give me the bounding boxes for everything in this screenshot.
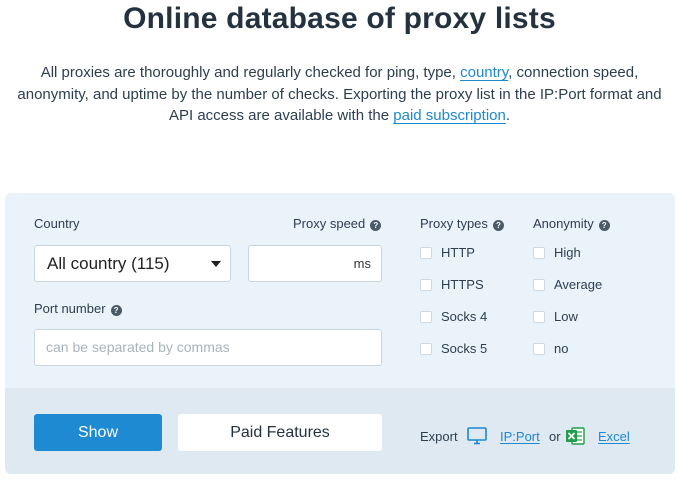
filter-panel: Country All country (115) Proxy speed? m… [5,193,675,474]
intro-text: All proxies are thoroughly and regularly… [8,62,671,127]
checkbox-box[interactable] [533,343,545,355]
export-excel-link[interactable]: Excel [598,429,630,445]
intro-part-1: All proxies are thoroughly and regularly… [40,64,461,81]
port-number-label: Port number? [34,301,122,317]
page-title: Online database of proxy lists [123,2,556,35]
checkbox-box[interactable] [533,279,545,291]
proxy-speed-label: Proxy speed? [293,216,382,232]
intro-part-3: . [505,107,511,124]
excel-icon[interactable] [565,426,585,446]
checkbox-box[interactable] [420,343,432,355]
export-or-text: or [549,429,561,444]
show-button[interactable]: Show [34,414,162,451]
checkbox-label: no [554,341,569,356]
proxy-speed-input[interactable]: ms [248,245,382,282]
help-icon[interactable]: ? [110,305,122,316]
help-icon[interactable]: ? [598,220,610,231]
speed-unit: ms [353,256,371,271]
export-ipport-link[interactable]: IP:Port [500,429,540,445]
port-number-input[interactable]: can be separated by commas [34,329,382,366]
help-icon[interactable]: ? [492,220,504,231]
checkbox-box[interactable] [533,311,545,323]
country-label: Country [34,216,80,231]
paid-subscription-link[interactable]: paid subscription [393,107,506,124]
checkbox-box[interactable] [420,247,432,259]
country-select-value: All country (115) [47,254,170,273]
checkbox-label: Socks 5 [441,341,488,356]
paid-features-button[interactable]: Paid Features [178,414,382,451]
checkbox-label: Low [554,309,578,324]
checkbox-label: Socks 4 [441,309,488,324]
monitor-icon[interactable] [467,427,487,445]
help-icon[interactable]: ? [370,220,382,231]
checkbox-label: High [554,245,581,260]
country-link[interactable]: country [460,64,508,81]
proxy-types-label: Proxy types? [420,216,504,232]
checkbox-box[interactable] [420,279,432,291]
export-label: Export [420,429,458,444]
checkbox-label: Average [554,277,603,292]
anonymity-label: Anonymity? [533,216,610,232]
checkbox-label: HTTP [441,245,475,260]
checkbox-label: HTTPS [441,277,484,292]
caret-down-icon [211,261,221,267]
checkbox-box[interactable] [420,311,432,323]
country-select[interactable]: All country (115) [34,245,231,282]
checkbox-box[interactable] [533,247,545,259]
port-placeholder: can be separated by commas [46,339,230,355]
